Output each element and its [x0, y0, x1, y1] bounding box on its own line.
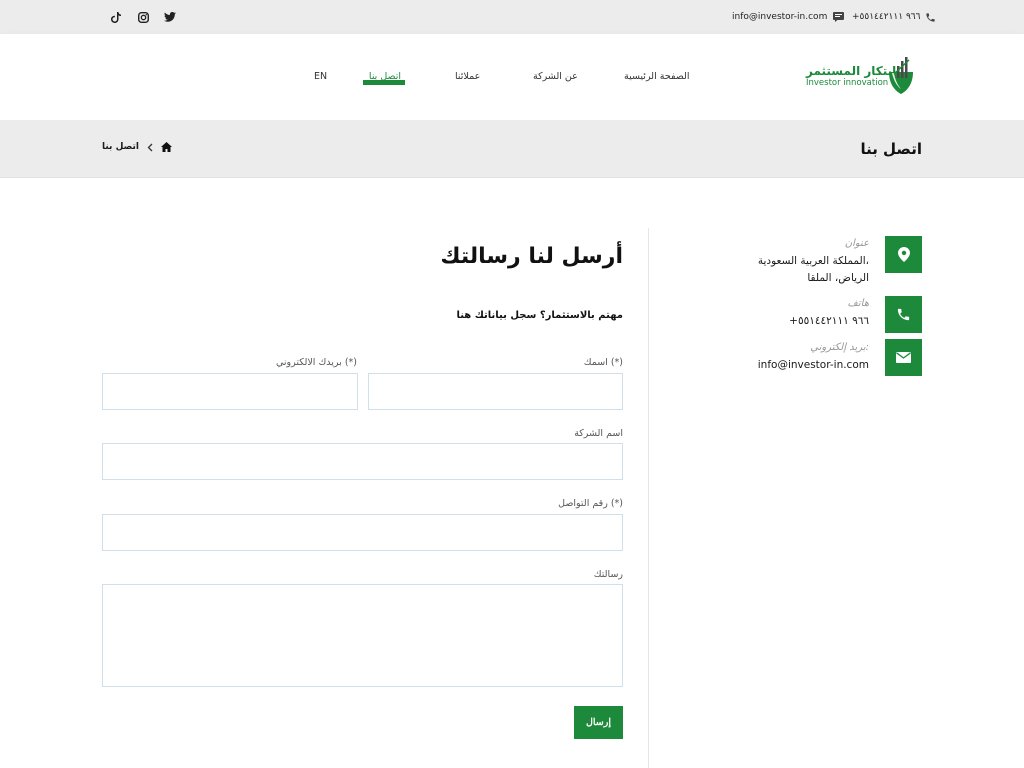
name-input[interactable] — [368, 373, 623, 410]
company-label: اسم الشركة — [574, 428, 623, 439]
instagram-icon[interactable] — [137, 11, 149, 23]
page-banner: اتصل بنا اتصل بنا — [0, 120, 1024, 178]
phone-icon-box — [885, 296, 922, 333]
nav-active-underline — [363, 80, 405, 85]
message-textarea[interactable] — [102, 584, 623, 687]
twitter-icon[interactable] — [164, 11, 176, 23]
envelope-icon — [896, 352, 911, 363]
nav-item-clients[interactable]: عملائنا — [455, 71, 480, 82]
contact-number-label: رقم التواصل (*) — [558, 498, 623, 509]
location-pin-icon — [897, 247, 910, 262]
address-line-2: الرياض، الملقا — [807, 272, 869, 284]
topbar-email[interactable]: info@investor-in.com — [732, 0, 845, 34]
column-divider — [648, 228, 649, 768]
address-label: عنوان — [844, 238, 869, 249]
logo-text-english: Investor innovation — [806, 78, 889, 88]
chevron-icon — [147, 143, 153, 152]
page-title: اتصل بنا — [860, 140, 922, 158]
email-value[interactable]: info@investor-in.com — [758, 357, 869, 374]
email-field-label: بريدك الالكتروني (*) — [275, 357, 357, 368]
message-label: رسالتك — [593, 569, 623, 580]
phone-value[interactable]: +٩٦٦ ٥٥١٤٤٢١١١ — [789, 313, 869, 330]
phone-label: هاتف — [847, 298, 869, 309]
site-header: الصفحة الرئيسية عن الشركة عملائنا اتصل ب… — [0, 34, 1024, 120]
form-title: أرسل لنا رسالتك — [440, 244, 623, 269]
form-subtitle: مهتم بالاستثمار؟ سجل بياناتك هنا — [456, 310, 623, 321]
breadcrumb: اتصل بنا — [102, 142, 172, 152]
logo-text-arabic: ابتكار المستثمر — [806, 64, 897, 78]
submit-button[interactable]: إرسال — [574, 706, 623, 739]
email-input[interactable] — [102, 373, 358, 410]
email-icon-box — [885, 339, 922, 376]
email-label: بريد إلكتروني: — [810, 342, 869, 353]
nav-item-home[interactable]: الصفحة الرئيسية — [624, 71, 690, 82]
breadcrumb-current: اتصل بنا — [102, 142, 139, 152]
home-icon[interactable] — [160, 142, 172, 152]
company-input[interactable] — [102, 443, 623, 480]
top-bar: info@investor-in.com +٩٦٦ ٥٥١٤٤٢١١١ — [0, 0, 1024, 34]
topbar-email-text[interactable]: info@investor-in.com — [732, 12, 827, 22]
tiktok-icon[interactable] — [110, 11, 122, 23]
logo-emblem-icon — [889, 57, 913, 94]
phone-handset-icon — [897, 308, 910, 321]
phone-icon — [925, 12, 936, 23]
chat-icon — [833, 12, 845, 22]
address-line-1: المملكة العربية السعودية، — [757, 255, 869, 267]
location-icon-box — [885, 236, 922, 273]
social-links — [95, 0, 176, 34]
contact-number-input[interactable] — [102, 514, 623, 551]
topbar-phone[interactable]: +٩٦٦ ٥٥١٤٤٢١١١ — [852, 0, 936, 34]
topbar-phone-text[interactable]: +٩٦٦ ٥٥١٤٤٢١١١ — [852, 12, 920, 22]
name-label: اسمك (*) — [583, 357, 623, 368]
nav-item-language[interactable]: EN — [314, 71, 327, 82]
nav-item-about[interactable]: عن الشركة — [533, 71, 578, 82]
